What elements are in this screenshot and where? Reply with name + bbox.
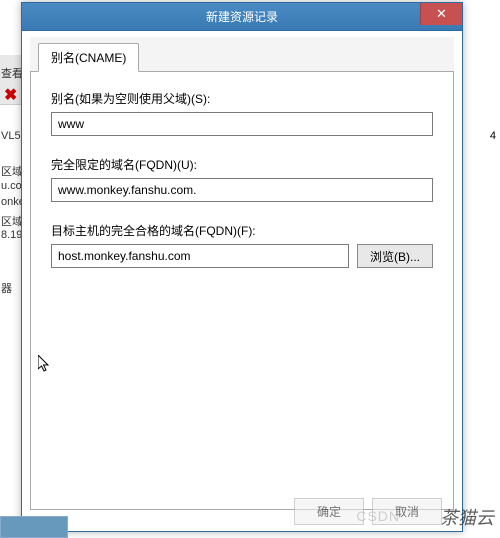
bg-text: VL5I <box>1 130 21 142</box>
dialog-footer: 确定 取消 <box>294 498 442 525</box>
bg-text: 8.19 <box>1 229 21 241</box>
cancel-button[interactable]: 取消 <box>372 498 442 525</box>
target-field-group: 目标主机的完全合格的域名(FQDN)(F): 浏览(B)... <box>51 222 433 268</box>
alias-label: 别名(如果为空则使用父域)(S): <box>51 90 433 107</box>
bg-text: u.co <box>1 180 21 192</box>
alias-input[interactable] <box>51 112 433 136</box>
fqdn-label: 完全限定的域名(FQDN)(U): <box>51 156 433 173</box>
ok-button[interactable]: 确定 <box>294 498 364 525</box>
new-resource-record-dialog: 新建资源记录 ✕ 别名(CNAME) 别名(如果为空则使用父域)(S): 完全限… <box>21 2 463 532</box>
cancel-label: 取消 <box>395 505 419 519</box>
close-button[interactable]: ✕ <box>420 3 462 25</box>
fqdn-field-group: 完全限定的域名(FQDN)(U): <box>51 156 433 202</box>
tab-strip: 别名(CNAME) <box>30 37 454 72</box>
bg-text: onke <box>1 196 21 208</box>
dialog-content: 别名(如果为空则使用父域)(S): 完全限定的域名(FQDN)(U): 目标主机… <box>30 72 454 510</box>
fqdn-input[interactable] <box>51 178 433 202</box>
bg-text: 区域 <box>1 213 21 229</box>
bg-text: 查看 <box>1 65 21 81</box>
target-input[interactable] <box>51 244 349 268</box>
tab-cname[interactable]: 别名(CNAME) <box>38 43 139 72</box>
bg-text: 器 <box>1 280 21 296</box>
ok-label: 确定 <box>317 505 341 519</box>
dialog-title: 新建资源记录 <box>206 8 278 25</box>
target-row: 浏览(B)... <box>51 244 433 268</box>
close-icon: ✕ <box>436 6 447 22</box>
target-label: 目标主机的完全合格的域名(FQDN)(F): <box>51 222 433 239</box>
browse-button[interactable]: 浏览(B)... <box>357 244 433 268</box>
alias-field-group: 别名(如果为空则使用父域)(S): <box>51 90 433 136</box>
dialog-titlebar[interactable]: 新建资源记录 ✕ <box>22 3 462 31</box>
error-icon: ✖ <box>4 85 18 99</box>
tab-label: 别名(CNAME) <box>51 51 126 65</box>
browse-label: 浏览(B)... <box>370 250 420 264</box>
bg-text: 4 <box>490 130 496 142</box>
taskbar-thumbnail[interactable] <box>0 516 68 538</box>
bg-text: 区域 <box>1 163 21 179</box>
